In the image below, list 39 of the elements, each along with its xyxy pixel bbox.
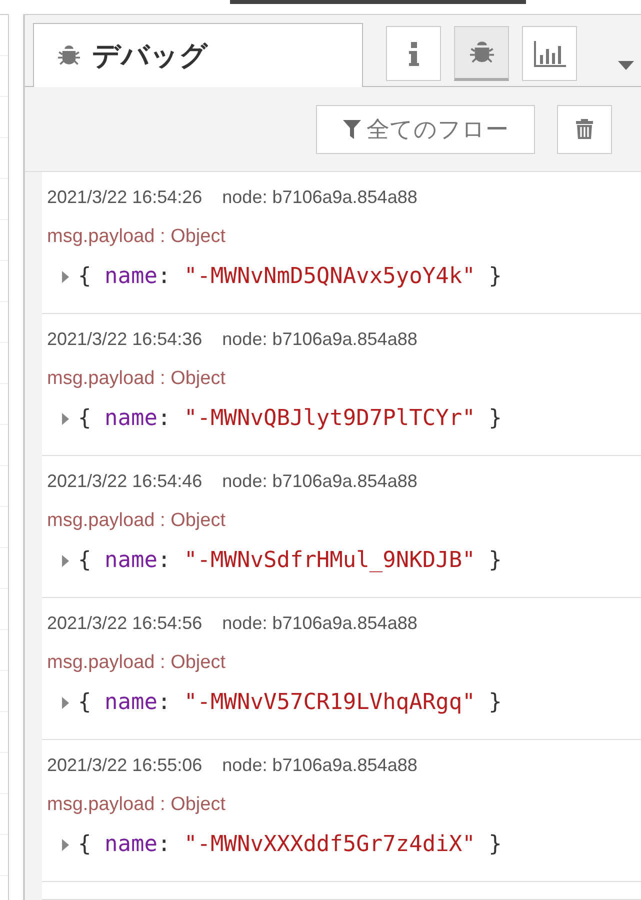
- node-label: node: b7106a9a.854a88: [222, 470, 418, 493]
- node-label: node: b7106a9a.854a88: [222, 612, 418, 635]
- payload-value: { name: "-MWNvNmD5QNAvx5yoY4k" }: [78, 263, 502, 291]
- payload-value: { name: "-MWNvQBJlyt9D7PlTCYr" }: [78, 405, 502, 433]
- message-topic: msg.payload : Object: [47, 794, 226, 816]
- info-icon: [408, 42, 418, 66]
- node-label: node: b7106a9a.854a88: [222, 328, 418, 351]
- debug-tab[interactable]: [454, 26, 509, 81]
- expand-icon[interactable]: [62, 413, 69, 425]
- bug-icon: [470, 40, 494, 64]
- time-label: 2021/3/22 16:54:56: [47, 612, 202, 635]
- bar-chart-icon: [534, 40, 566, 66]
- payload-value: { name: "-MWNvV57CR19LVhqARgq" }: [78, 689, 502, 717]
- caret-icon[interactable]: [618, 61, 634, 70]
- time-label: 2021/3/22 16:54:46: [47, 470, 202, 493]
- trash-icon: [576, 119, 593, 139]
- expand-icon[interactable]: [62, 271, 69, 283]
- expand-icon[interactable]: [62, 555, 69, 567]
- expand-icon[interactable]: [62, 839, 69, 851]
- chart-tab[interactable]: [522, 26, 577, 81]
- sidebar-tab[interactable]: デバッグ: [33, 23, 363, 88]
- filter-button[interactable]: 全てのフロー: [316, 104, 535, 154]
- node-label: node: b7106a9a.854a88: [222, 754, 418, 777]
- bug-icon: [58, 45, 80, 67]
- message-topic: msg.payload : Object: [47, 226, 226, 248]
- message-topic: msg.payload : Object: [47, 652, 226, 674]
- time-label: 2021/3/22 16:54:26: [47, 186, 202, 209]
- time-label: 2021/3/22 16:54:36: [47, 328, 202, 351]
- filter-icon: [342, 120, 360, 138]
- expand-icon[interactable]: [62, 697, 69, 709]
- message-topic: msg.payload : Object: [47, 368, 226, 390]
- clear-button[interactable]: [557, 104, 612, 154]
- payload-value: { name: "-MWNvSdfrHMul_9NKDJB" }: [78, 547, 502, 575]
- message-topic: msg.payload : Object: [47, 510, 226, 532]
- tab-label: デバッグ: [92, 39, 208, 73]
- node-label: node: b7106a9a.854a88: [222, 186, 418, 209]
- info-tab[interactable]: [386, 26, 441, 81]
- time-label: 2021/3/22 16:55:06: [47, 754, 202, 777]
- payload-value: { name: "-MWNvXXXddf5Gr7z4diX" }: [78, 831, 502, 859]
